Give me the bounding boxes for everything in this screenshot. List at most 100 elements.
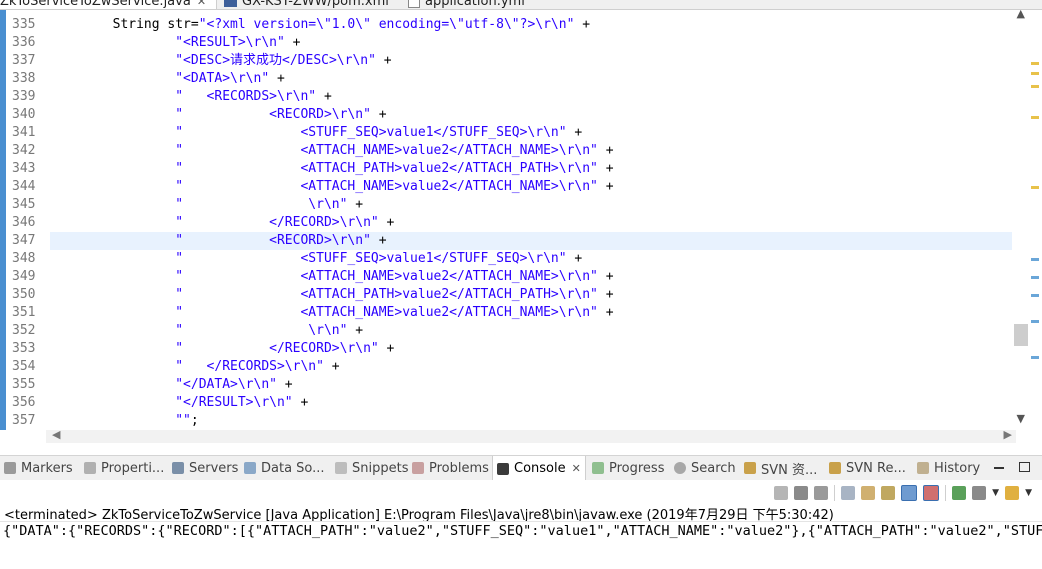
vertical-scroll-thumb[interactable] (1014, 324, 1028, 346)
string-literal: "<RESULT>\r\n" (175, 35, 285, 50)
line-number: 347 (12, 233, 36, 248)
overview-ruler[interactable]: ▲ ▼ (1012, 10, 1042, 430)
code-line-342[interactable]: " <ATTACH_NAME>value2</ATTACH_NAME>\r\n"… (50, 142, 1012, 160)
warning-marker[interactable] (1031, 186, 1039, 189)
code-token: + (597, 287, 614, 302)
display-console-icon[interactable] (972, 486, 987, 500)
editor-tab-application-yml[interactable]: application.yml (408, 0, 525, 9)
occurrence-marker[interactable] (1031, 356, 1039, 359)
code-line-354[interactable]: " </RECORDS>\r\n" + (50, 358, 1012, 376)
warning-marker[interactable] (1031, 85, 1039, 88)
code-line-347-current[interactable]: " <RECORD>\r\n" + (50, 232, 1012, 250)
close-icon[interactable]: ✕ (197, 0, 206, 8)
code-line-338[interactable]: "<DATA>\r\n" + (50, 70, 1012, 88)
line-number: 345 (12, 197, 36, 212)
horizontal-scrollbar[interactable]: ◀ ▶ (46, 428, 1016, 443)
code-line-344[interactable]: " <ATTACH_NAME>value2</ATTACH_NAME>\r\n"… (50, 178, 1012, 196)
string-literal: " </RECORDS>\r\n" (175, 359, 324, 374)
close-icon[interactable]: ✕ (572, 462, 581, 475)
code-token: + (566, 125, 583, 140)
code-editor[interactable]: 335 336 337 338 339 340 341 342 343 344 … (0, 10, 1042, 430)
occurrence-marker[interactable] (1031, 294, 1039, 297)
terminate-icon[interactable] (774, 486, 789, 500)
warning-marker[interactable] (1031, 62, 1039, 65)
code-line-335[interactable]: String str="<?xml version=\"1.0\" encodi… (50, 16, 1012, 34)
line-number: 348 (12, 251, 36, 266)
scroll-down-arrow-icon[interactable]: ▼ (1017, 412, 1025, 425)
string-literal: " </RECORD>\r\n" (175, 341, 379, 356)
code-line-340[interactable]: " <RECORD>\r\n" + (50, 106, 1012, 124)
tab-label: Markers (21, 460, 73, 476)
editor-tab-zktoservice[interactable]: ZkToServiceToZwService.java ✕ (0, 0, 217, 9)
code-line-350[interactable]: " <ATTACH_PATH>value2</ATTACH_PATH>\r\n"… (50, 286, 1012, 304)
code-token: + (597, 269, 614, 284)
code-line-357[interactable]: ""; (50, 412, 1012, 430)
code-token: + (597, 161, 614, 176)
line-number: 346 (12, 215, 36, 230)
tab-label: Snippets (352, 460, 409, 476)
scroll-left-arrow-icon[interactable]: ◀ (52, 428, 60, 441)
show-on-stdout-icon[interactable] (901, 485, 918, 501)
tab-snippets[interactable]: Snippets (335, 456, 408, 480)
code-token: + (378, 215, 395, 230)
occurrence-marker[interactable] (1031, 276, 1039, 279)
word-wrap-icon[interactable] (881, 486, 896, 500)
chevron-down-icon[interactable]: ▼ (1025, 488, 1032, 498)
tab-console[interactable]: Console ✕ (492, 456, 586, 481)
tab-markers[interactable]: Markers (4, 456, 73, 480)
chevron-down-icon[interactable]: ▼ (992, 488, 999, 498)
show-on-stderr-icon[interactable] (923, 485, 940, 501)
code-line-337[interactable]: "<DESC>请求成功</DESC>\r\n" + (50, 52, 1012, 70)
remove-launch-icon[interactable] (794, 486, 809, 500)
warning-marker[interactable] (1031, 72, 1039, 75)
tab-svn-repositories[interactable]: SVN 资... (744, 456, 817, 480)
code-line-356[interactable]: "</RESULT>\r\n" + (50, 394, 1012, 412)
code-line-353[interactable]: " </RECORD>\r\n" + (50, 340, 1012, 358)
code-line-349[interactable]: " <ATTACH_NAME>value2</ATTACH_NAME>\r\n"… (50, 268, 1012, 286)
code-line-341[interactable]: " <STUFF_SEQ>value1</STUFF_SEQ>\r\n" + (50, 124, 1012, 142)
tab-svn-resource-history[interactable]: SVN Re... (829, 456, 906, 480)
maximize-icon[interactable] (1019, 462, 1030, 472)
tab-problems[interactable]: Problems (412, 456, 489, 480)
clear-console-icon[interactable] (841, 486, 856, 500)
code-line-336[interactable]: "<RESULT>\r\n" + (50, 34, 1012, 52)
tab-progress[interactable]: Progress (592, 456, 664, 480)
string-literal: " <RECORD>\r\n" (175, 107, 371, 122)
string-literal: "</DATA>\r\n" (175, 377, 277, 392)
code-line-355[interactable]: "</DATA>\r\n" + (50, 376, 1012, 394)
tab-search[interactable]: Search (674, 456, 736, 480)
tab-servers[interactable]: Servers (172, 456, 238, 480)
occurrence-marker[interactable] (1031, 320, 1039, 323)
code-line-343[interactable]: " <ATTACH_PATH>value2</ATTACH_PATH>\r\n"… (50, 160, 1012, 178)
pin-console-icon[interactable] (952, 486, 967, 500)
code-token: String str= (50, 17, 199, 32)
minimize-icon[interactable] (994, 467, 1004, 469)
occurrence-marker[interactable] (1031, 258, 1039, 261)
code-line-348[interactable]: " <STUFF_SEQ>value1</STUFF_SEQ>\r\n" + (50, 250, 1012, 268)
scroll-right-arrow-icon[interactable]: ▶ (1004, 428, 1012, 441)
code-text[interactable]: String str="<?xml version=\"1.0\" encodi… (50, 16, 1012, 430)
editor-tab-pom[interactable]: GX-KSY-ZWW/pom.xml (224, 0, 389, 9)
open-console-icon[interactable] (1005, 486, 1020, 500)
string-literal: " </RECORD>\r\n" (175, 215, 379, 230)
scroll-up-arrow-icon[interactable]: ▲ (1017, 10, 1025, 20)
code-line-352[interactable]: " \r\n" + (50, 322, 1012, 340)
code-line-346[interactable]: " </RECORD>\r\n" + (50, 214, 1012, 232)
remove-all-terminated-icon[interactable] (814, 486, 829, 500)
code-token: + (284, 35, 301, 50)
warning-marker[interactable] (1031, 116, 1039, 119)
tab-history[interactable]: History (917, 456, 980, 480)
console-view[interactable]: ▼ ▼ <terminated> ZkToServiceToZwService … (0, 480, 1042, 569)
tab-properties[interactable]: Properti... (84, 456, 164, 480)
scroll-lock-icon[interactable] (861, 486, 876, 500)
console-output[interactable]: {"DATA":{"RECORDS":{"RECORD":[{"ATTACH_P… (3, 523, 1042, 539)
tab-data-source[interactable]: Data So... (244, 456, 325, 480)
code-line-351[interactable]: " <ATTACH_NAME>value2</ATTACH_NAME>\r\n"… (50, 304, 1012, 322)
code-line-345[interactable]: " \r\n" + (50, 196, 1012, 214)
code-line-339[interactable]: " <RECORDS>\r\n" + (50, 88, 1012, 106)
